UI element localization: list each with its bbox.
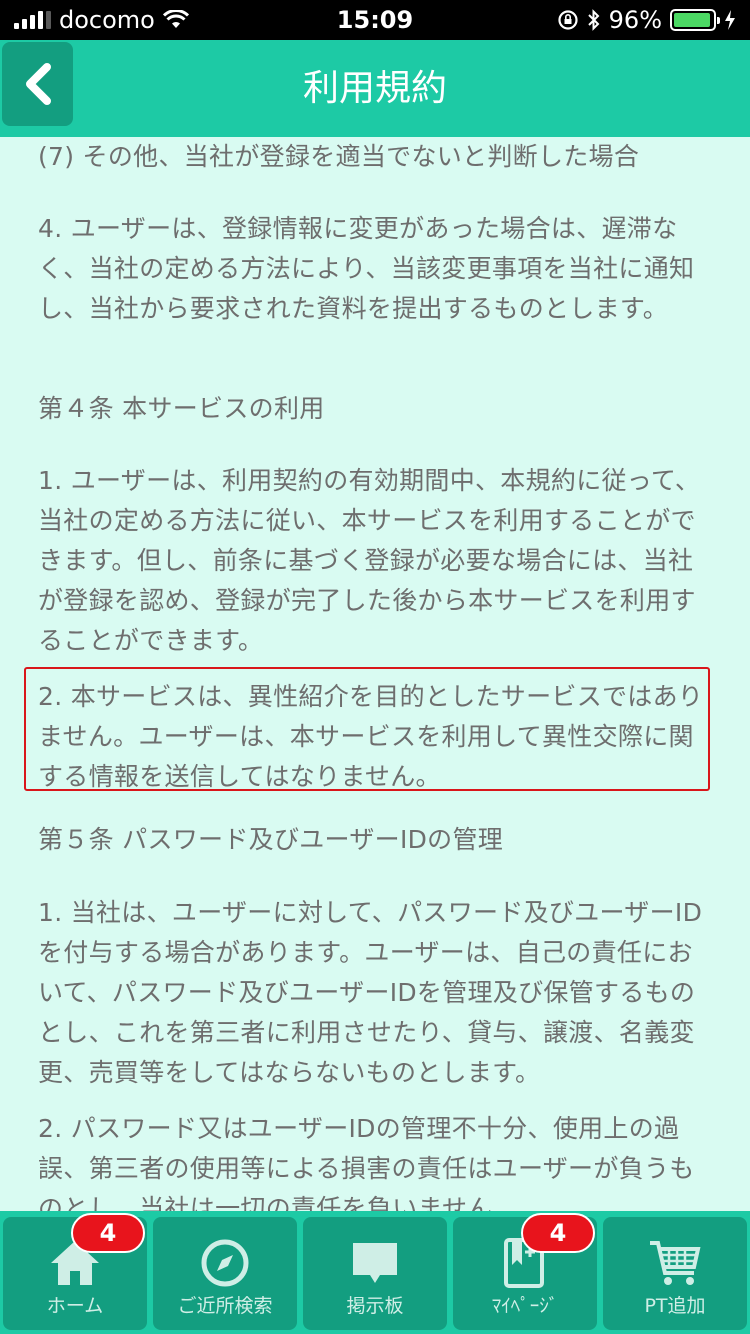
page-title: 利用規約: [302, 68, 447, 109]
bluetooth-icon: [587, 9, 600, 31]
battery-percent: 96%: [608, 6, 662, 34]
tab-nearby-search[interactable]: ご近所検索: [153, 1217, 297, 1330]
battery-icon: [670, 9, 720, 31]
tab-label: ご近所検索: [177, 1295, 273, 1317]
section-heading: 第４条 本サービスの利用: [38, 394, 325, 423]
tab-my-page[interactable]: 4 ﾏｲﾍﾟｰｼﾞ: [453, 1213, 597, 1330]
battery-level: [674, 13, 711, 27]
tab-home[interactable]: 4 ホーム: [3, 1213, 147, 1330]
terms-content[interactable]: (7) その他、当社が登録を適当でないと判断した場合 4. ユーザーは、登録情報…: [0, 137, 750, 1211]
signal-icon: [14, 11, 51, 29]
notification-badge: 4: [521, 1213, 595, 1253]
notification-badge: 4: [71, 1213, 145, 1253]
wifi-icon: [162, 10, 189, 28]
status-left: docomo: [14, 6, 189, 34]
compass-icon: [201, 1239, 249, 1287]
charging-icon: [725, 10, 735, 30]
tab-bar: 4 ホーム ご近所検索 掲示板 4 ﾏｲﾍﾟｰｼﾞ PT追加: [0, 1211, 750, 1334]
tab-label: ホーム: [46, 1295, 104, 1317]
header: 利用規約: [0, 40, 750, 137]
highlighted-paragraph: 2. 本サービスは、異性紹介を目的としたサービスではありません。ユーザーは、本サ…: [38, 682, 704, 791]
terms-paragraph: 1. 当社は、ユーザーに対して、パスワード及びユーザーIDを付与する場合がありま…: [38, 898, 703, 1087]
rotation-lock-icon: [558, 10, 578, 30]
tab-message-board[interactable]: 掲示板: [303, 1217, 447, 1330]
section-heading: 第５条 パスワード及びユーザーIDの管理: [38, 825, 504, 854]
terms-paragraph: 1. ユーザーは、利用契約の有効期間中、本規約に従って、当社の定める方法に従い、…: [38, 466, 701, 655]
tab-label: 掲示板: [346, 1295, 404, 1317]
cart-icon: [650, 1241, 701, 1285]
status-right: 96%: [557, 6, 736, 34]
terms-paragraph: (7) その他、当社が登録を適当でないと判断した場合: [38, 142, 640, 171]
status-bar: docomo 15:09 96%: [0, 0, 750, 40]
tab-add-points[interactable]: PT追加: [603, 1217, 747, 1330]
terms-paragraph: 2. パスワード又はユーザーIDの管理不十分、使用上の過誤、第三者の使用等による…: [38, 1114, 695, 1211]
tab-label: PT追加: [644, 1295, 706, 1317]
tab-label: ﾏｲﾍﾟｰｼﾞ: [491, 1295, 559, 1317]
terms-paragraph: 4. ユーザーは、登録情報に変更があった場合は、遅滞なく、当社の定める方法により…: [38, 214, 695, 323]
message-board-icon: [353, 1243, 397, 1283]
carrier-name: docomo: [59, 6, 155, 34]
